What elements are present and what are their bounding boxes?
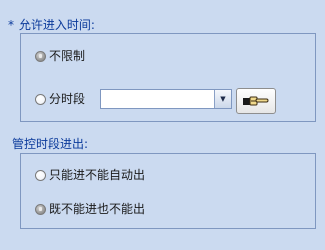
chevron-down-icon[interactable]: ▼ [214,90,231,108]
radio-exit-only-label[interactable]: 只能进不能自动出 [49,168,145,182]
allow-time-title: * 允许进入时间: [8,16,95,33]
radio-unlimited[interactable]: 不限制 [35,49,85,63]
control-period-title: 管控时段进出: [12,137,89,151]
radio-no-in-no-out[interactable]: 既不能进也不能出 [35,202,145,216]
radio-unlimited-label[interactable]: 不限制 [49,49,85,63]
control-period-group [20,153,316,229]
radio-no-in-no-out-label[interactable]: 既不能进也不能出 [49,202,145,216]
pick-time-period-button[interactable] [236,88,276,114]
allow-time-title-text: 允许进入时间: [18,18,95,32]
radio-no-in-no-out-indicator[interactable] [35,203,46,215]
time-period-select-value[interactable] [101,90,214,108]
radio-exit-only-indicator[interactable] [35,169,46,181]
time-period-select[interactable]: ▼ [100,89,232,109]
radio-time-period-indicator[interactable] [35,93,46,105]
required-marker: * [8,18,14,32]
hand-pointer-icon [243,96,269,106]
radio-exit-only[interactable]: 只能进不能自动出 [35,168,145,182]
radio-unlimited-indicator[interactable] [35,50,46,62]
radio-time-period-label[interactable]: 分时段 [49,92,85,106]
radio-time-period[interactable]: 分时段 [35,92,85,106]
